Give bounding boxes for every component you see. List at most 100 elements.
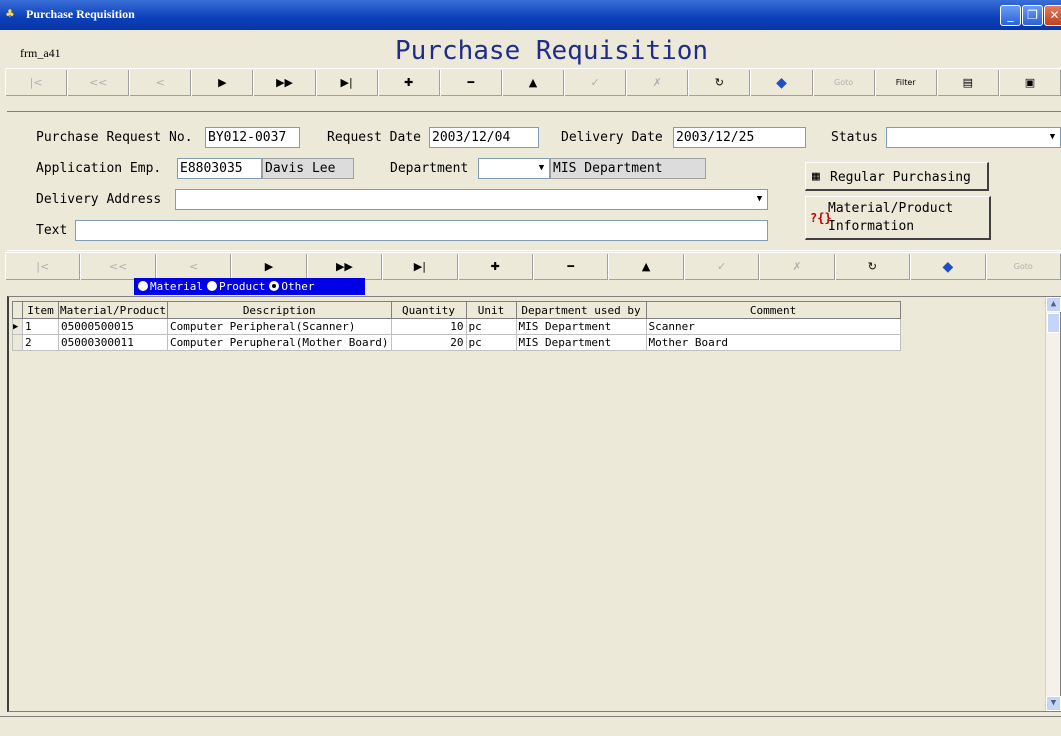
application-emp-label: Application Emp. bbox=[36, 161, 162, 176]
cell-unit[interactable]: pc bbox=[465, 318, 517, 335]
row-indicator-header bbox=[12, 301, 23, 319]
scroll-up-icon[interactable]: ▲ bbox=[1046, 297, 1061, 312]
cell-unit[interactable]: pc bbox=[465, 334, 517, 351]
cell-department[interactable]: MIS Department bbox=[515, 334, 647, 351]
text-field[interactable] bbox=[75, 220, 768, 241]
request-no-field[interactable]: BY012-0037 bbox=[205, 127, 300, 148]
column-header[interactable]: Unit bbox=[465, 301, 517, 319]
table-row[interactable]: ▶ 1 05000500015 Computer Peripheral(Scanner… bbox=[12, 318, 901, 335]
post-toolbar-button[interactable]: ✓ bbox=[683, 254, 760, 280]
radio-circle-icon[interactable] bbox=[206, 281, 217, 291]
detail-navigator-toolbar: |< << < ▶ ▶▶ ▶| ✚ ━ ▲ ✓ ✗ ↻ ◆ Goto bbox=[5, 252, 1061, 280]
dropdown-arrow-icon[interactable]: ▼ bbox=[535, 161, 548, 176]
save-toolbar-button[interactable]: ▣ bbox=[998, 70, 1061, 96]
edit-toolbar-button[interactable]: ▲ bbox=[501, 70, 565, 96]
department-name-field: MIS Department bbox=[550, 158, 706, 179]
title-bar[interactable]: ♣ Purchase Requisition _ ❐ ✕ bbox=[0, 0, 1061, 30]
delivery-address-select[interactable]: ▼ bbox=[175, 189, 768, 210]
request-no-label: Purchase Request No. bbox=[36, 130, 193, 145]
radio-circle-icon[interactable] bbox=[269, 281, 280, 291]
radio-circle-icon[interactable] bbox=[138, 281, 148, 291]
column-header[interactable]: Quantity bbox=[390, 301, 467, 319]
last-toolbar-button[interactable]: ▶| bbox=[315, 70, 378, 96]
radio-material[interactable]: Material bbox=[134, 280, 203, 293]
report-toolbar-button[interactable]: ▤ bbox=[936, 70, 999, 96]
cell-quantity[interactable]: 10 bbox=[390, 318, 467, 335]
status-select[interactable]: ▼ bbox=[886, 127, 1061, 148]
app-window: ♣ Purchase Requisition _ ❐ ✕ frm_a41 Pur… bbox=[0, 0, 1061, 736]
cell-description[interactable]: Computer Perupheral(Mother Board) bbox=[166, 334, 392, 351]
table-row[interactable]: 2 05000300011 Computer Perupheral(Mother B… bbox=[12, 334, 901, 351]
first-toolbar-button[interactable]: |< bbox=[5, 254, 81, 280]
cell-item[interactable]: 1 bbox=[22, 318, 59, 335]
restore-button[interactable]: ❐ bbox=[1022, 5, 1043, 26]
minimize-button[interactable]: _ bbox=[1000, 5, 1021, 26]
goto-toolbar-button[interactable]: Goto bbox=[812, 70, 875, 96]
cell-material[interactable]: 05000300011 bbox=[58, 334, 168, 351]
application-emp-field[interactable]: E8803035 bbox=[177, 158, 262, 179]
cell-item[interactable]: 2 bbox=[22, 334, 59, 351]
text-label: Text bbox=[36, 223, 68, 238]
first-toolbar-button[interactable]: |< bbox=[5, 70, 68, 96]
delete-toolbar-button[interactable]: ━ bbox=[439, 70, 502, 96]
cancel-toolbar-button[interactable]: ✗ bbox=[626, 70, 689, 96]
post-toolbar-button[interactable]: ✓ bbox=[564, 70, 627, 96]
refresh-toolbar-button[interactable]: ↻ bbox=[834, 254, 911, 280]
column-header[interactable]: Description bbox=[166, 301, 392, 319]
prev-page-toolbar-button[interactable]: << bbox=[67, 70, 130, 96]
dropdown-arrow-icon[interactable]: ▼ bbox=[1046, 130, 1059, 145]
column-header[interactable]: Comment bbox=[645, 301, 901, 319]
employee-name-field: Davis Lee bbox=[262, 158, 354, 179]
column-header[interactable]: Material/Product bbox=[58, 301, 168, 319]
table-body: ▶ 1 05000500015 Computer Peripheral(Scanner… bbox=[12, 318, 901, 351]
next-page-toolbar-button[interactable]: ▶▶ bbox=[253, 70, 316, 96]
material-info-button[interactable]: ?{} Material/Product Information bbox=[805, 196, 991, 240]
filter-toolbar-button[interactable]: Filter bbox=[874, 70, 937, 96]
status-bar bbox=[0, 716, 1061, 736]
cell-comment[interactable]: Scanner bbox=[645, 318, 901, 335]
cell-comment[interactable]: Mother Board bbox=[645, 334, 901, 351]
edit-toolbar-button[interactable]: ▲ bbox=[608, 254, 684, 280]
current-row-arrow-icon: ▶ bbox=[12, 318, 23, 335]
regular-purchasing-button[interactable]: ▦ Regular Purchasing bbox=[805, 162, 989, 191]
scroll-down-icon[interactable]: ▼ bbox=[1046, 696, 1061, 711]
department-select[interactable]: ▼ bbox=[478, 158, 550, 179]
scroll-thumb[interactable] bbox=[1047, 313, 1060, 333]
goto-toolbar-button[interactable]: Goto bbox=[985, 254, 1061, 280]
column-header[interactable]: Item bbox=[22, 301, 59, 319]
request-date-field[interactable]: 2003/12/04 bbox=[429, 127, 539, 148]
request-date-label: Request Date bbox=[327, 130, 421, 145]
item-type-radio-group: Material Product Other bbox=[134, 278, 365, 295]
form-id: frm_a41 bbox=[20, 46, 61, 60]
add-toolbar-button[interactable]: ✚ bbox=[377, 70, 440, 96]
delete-toolbar-button[interactable]: ━ bbox=[533, 254, 609, 280]
radio-other[interactable]: Other bbox=[265, 280, 314, 293]
dropdown-arrow-icon[interactable]: ▼ bbox=[753, 192, 766, 207]
cancel-toolbar-button[interactable]: ✗ bbox=[759, 254, 835, 280]
add-toolbar-button[interactable]: ✚ bbox=[457, 254, 533, 280]
radio-label: Other bbox=[281, 280, 315, 293]
header-panel: Purchase Request No. BY012-0037 Request … bbox=[7, 111, 1061, 251]
purchasing-icon: ▦ bbox=[812, 169, 820, 184]
radio-product[interactable]: Product bbox=[203, 280, 265, 293]
refresh-toolbar-button[interactable]: ↻ bbox=[688, 70, 751, 96]
prev-toolbar-button[interactable]: < bbox=[155, 254, 232, 280]
next-toolbar-button[interactable]: ▶ bbox=[191, 70, 254, 96]
close-button[interactable]: ✕ bbox=[1044, 5, 1061, 26]
detail-grid: Item Material/Product Description Quantity U… bbox=[7, 296, 1061, 712]
tag-toolbar-button[interactable]: ◆ bbox=[910, 254, 986, 280]
next-toolbar-button[interactable]: ▶ bbox=[231, 254, 307, 280]
prev-toolbar-button[interactable]: < bbox=[129, 70, 192, 96]
status-label: Status bbox=[831, 130, 878, 145]
cell-quantity[interactable]: 20 bbox=[390, 334, 467, 351]
last-toolbar-button[interactable]: ▶| bbox=[382, 254, 458, 280]
vertical-scrollbar[interactable]: ▲ ▼ bbox=[1045, 297, 1061, 711]
cell-department[interactable]: MIS Department bbox=[515, 318, 647, 335]
next-page-toolbar-button[interactable]: ▶▶ bbox=[306, 254, 383, 280]
tag-toolbar-button[interactable]: ◆ bbox=[750, 70, 813, 96]
cell-material[interactable]: 05000500015 bbox=[58, 318, 168, 335]
cell-description[interactable]: Computer Peripheral(Scanner) bbox=[166, 318, 392, 335]
prev-page-toolbar-button[interactable]: << bbox=[80, 254, 156, 280]
column-header[interactable]: Department used by bbox=[515, 301, 647, 319]
delivery-date-field[interactable]: 2003/12/25 bbox=[673, 127, 806, 148]
